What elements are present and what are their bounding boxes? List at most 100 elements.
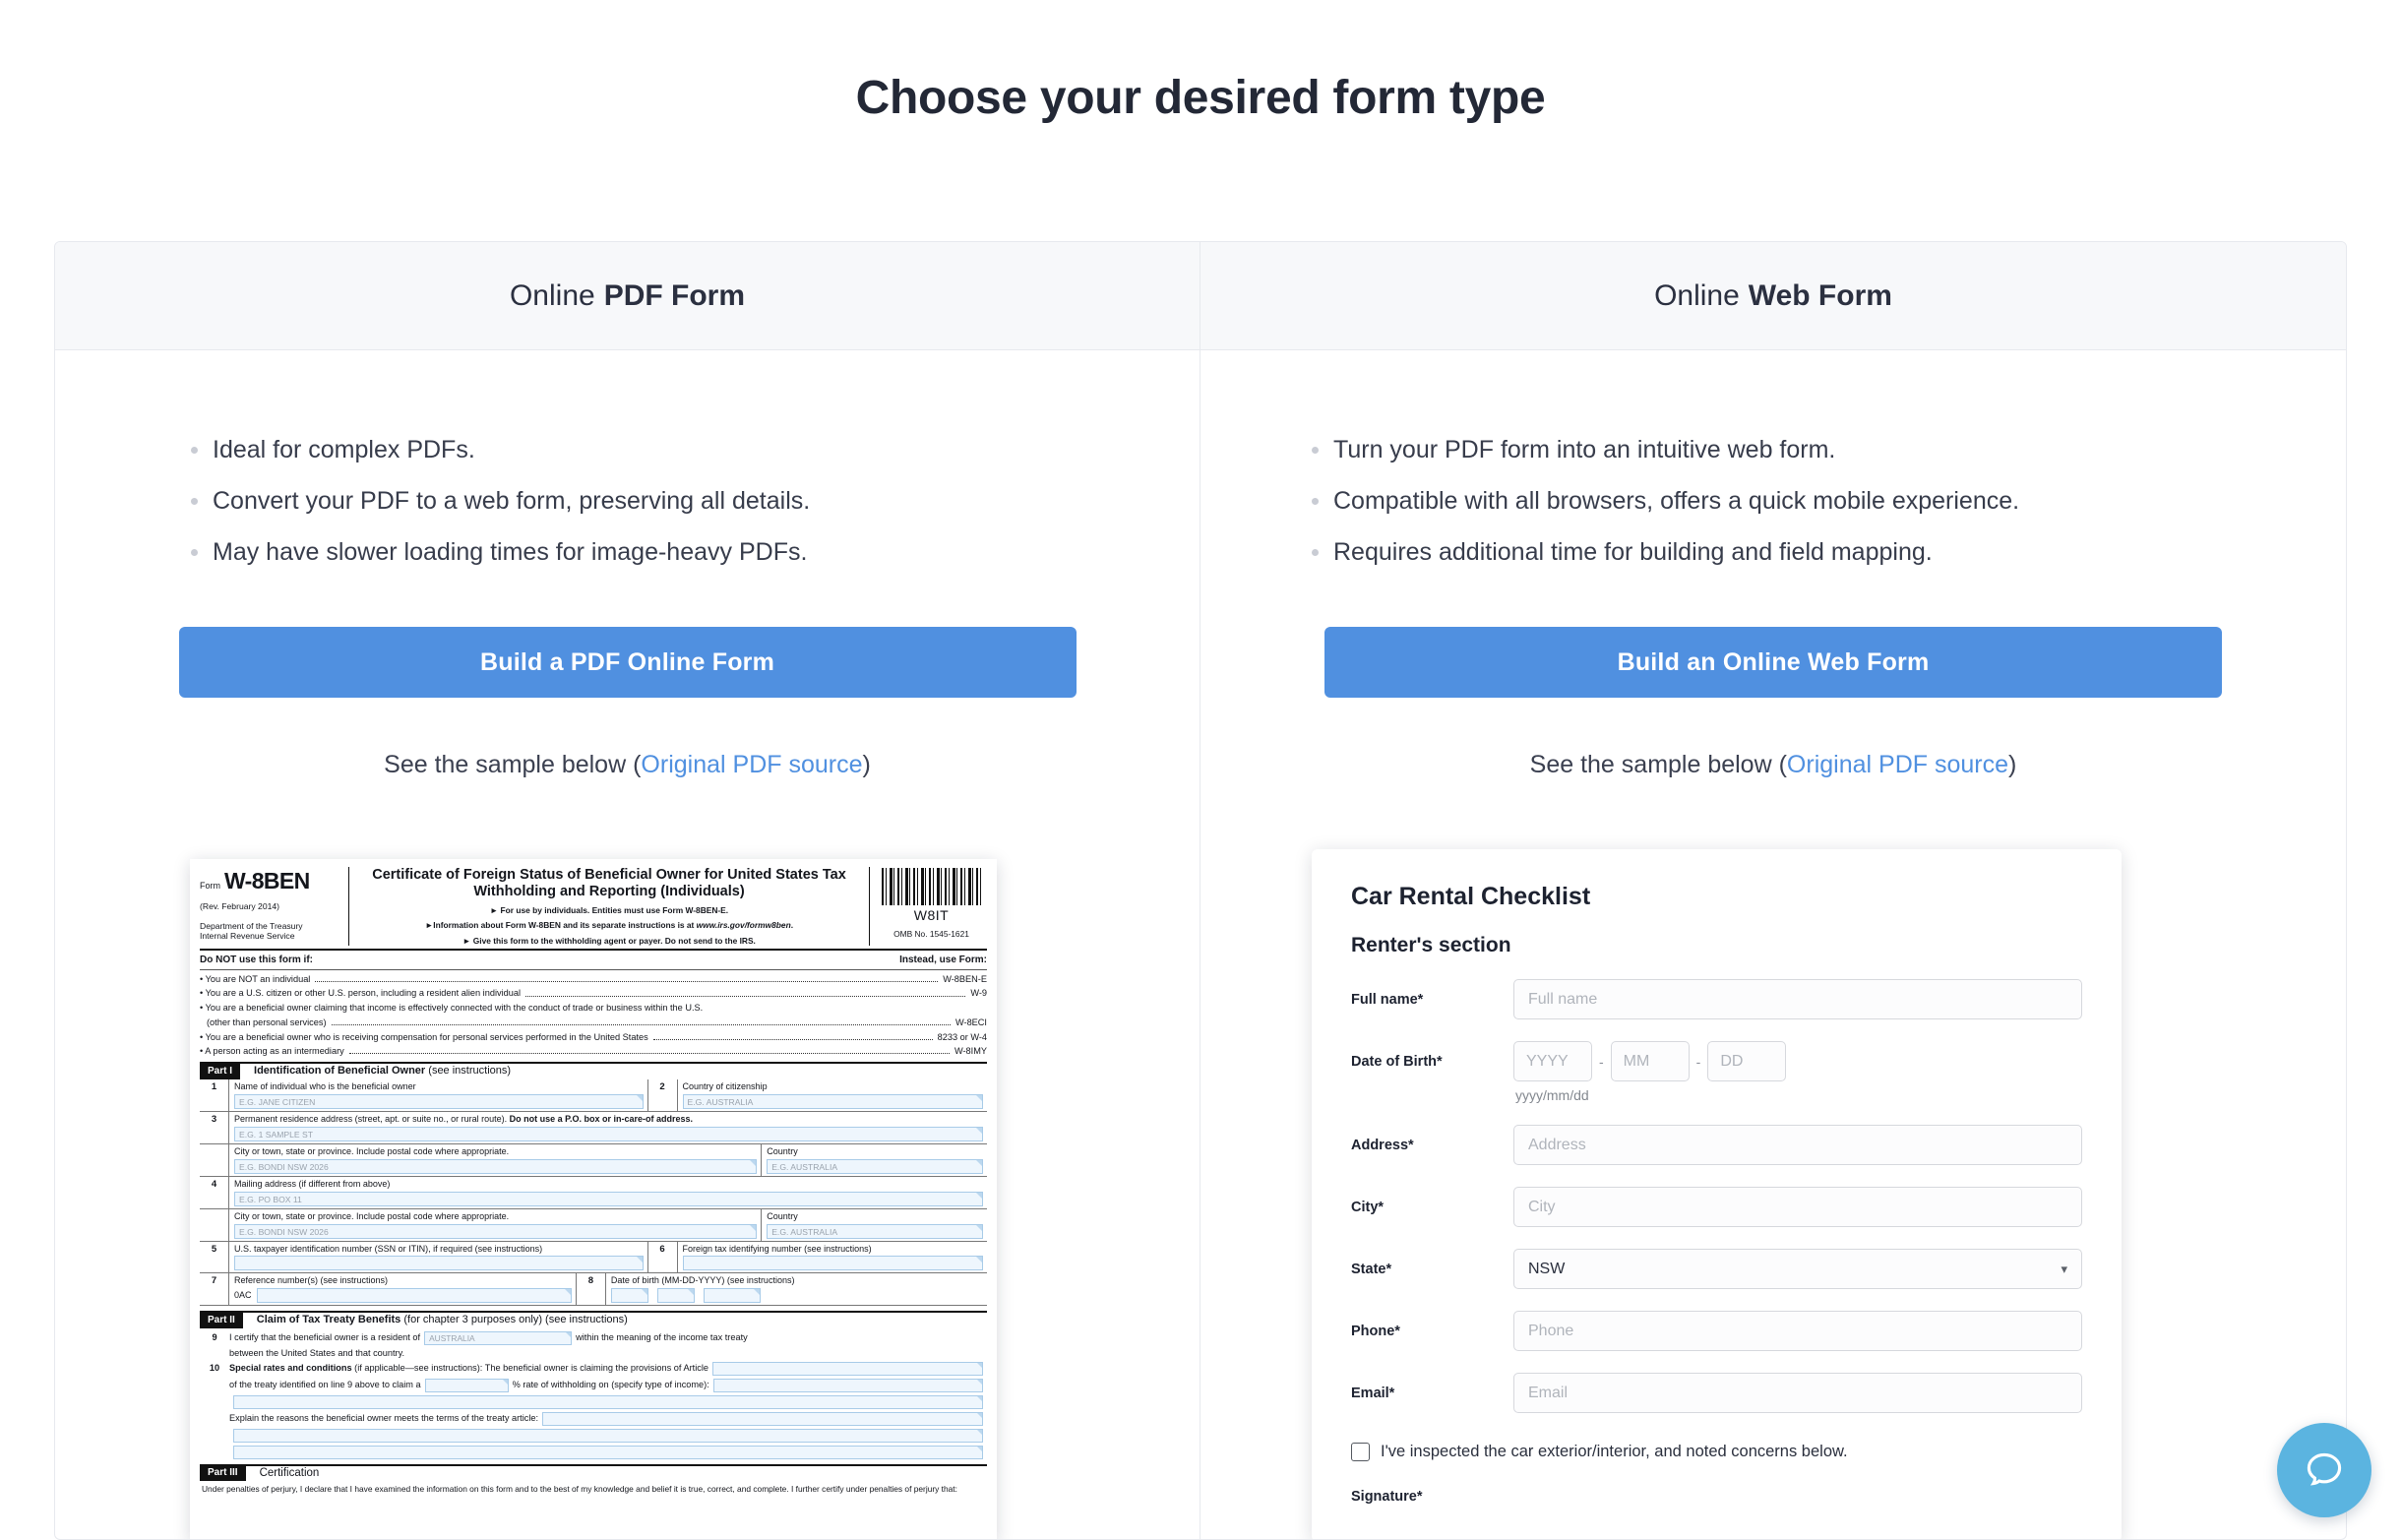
pdf-city-input[interactable]: E.G. BONDI NSW 2026 [234, 1158, 758, 1174]
pdf-country-input[interactable]: E.G. AUSTRALIA [767, 1158, 983, 1174]
pdf-line3-cell: Permanent residence address (street, apt… [229, 1112, 987, 1143]
chat-widget-button[interactable] [2277, 1423, 2371, 1517]
pdf-note-3: ► Give this form to the withholding agen… [462, 935, 756, 946]
pdf-city-label: City or town, state or province. Include… [234, 1145, 510, 1156]
pdf-line5-input[interactable] [234, 1256, 644, 1271]
web-label-address: Address* [1351, 1137, 1414, 1153]
pdf-country-label: Country [767, 1145, 798, 1156]
page-root: Choose your desired form type Online PDF… [0, 0, 2401, 1540]
pdf-line10-row-3 [200, 1392, 987, 1409]
pdf-donot-row-result: 8233 or W-4 [937, 1031, 987, 1042]
inspection-checkbox-label: I've inspected the car exterior/interior… [1381, 1443, 1848, 1460]
city-input[interactable]: City [1513, 1187, 2082, 1227]
dob-year-input[interactable]: YYYY [1513, 1041, 1592, 1081]
pdf-line2-input[interactable]: E.G. AUSTRALIA [682, 1093, 983, 1109]
pdf-line3-label: Permanent residence address (street, apt… [229, 1114, 987, 1125]
pdf-donot-row: • You are a beneficial owner who is rece… [200, 1028, 987, 1043]
pdf-part2-bar: Part II Claim of Tax Treaty Benefits (fo… [200, 1311, 987, 1328]
pdf-line9-country-input[interactable]: AUSTRALIA [424, 1330, 573, 1345]
pdf-line10-extra-input[interactable] [233, 1394, 983, 1409]
pdf-part1-bar: Part I Identification of Beneficial Owne… [200, 1062, 987, 1079]
web-field-dob: Date of Birth* YYYY - MM - DD [1351, 1041, 2082, 1081]
pdf-line9-row-cont: between the United States and that count… [200, 1345, 987, 1359]
original-pdf-source-link-left[interactable]: Original PDF source [641, 751, 862, 778]
pdf-donot-row-text: • A person acting as an intermediary [200, 1046, 344, 1057]
pdf-dob-dd-input[interactable] [656, 1288, 695, 1304]
leader-dots [525, 995, 966, 997]
pdf-part3-title: Certification [259, 1467, 320, 1480]
email-input[interactable]: Email [1513, 1373, 2082, 1413]
chevron-down-icon: ▾ [2061, 1261, 2067, 1276]
dob-month-input[interactable]: MM [1610, 1041, 1690, 1081]
pdf-dept-line1: Department of the Treasury [200, 920, 303, 931]
pdf-line2-number: 2 [648, 1078, 678, 1111]
pdf-line9-text-c: between the United States and that count… [229, 1347, 405, 1358]
original-pdf-source-link-right[interactable]: Original PDF source [1787, 751, 2008, 778]
list-item: Requires additional time for building an… [1312, 526, 2346, 578]
pdf-city-cell: City or town, state or province. Include… [229, 1143, 763, 1176]
build-online-web-form-button[interactable]: Build an Online Web Form [1324, 627, 2222, 698]
pdf-line1-cell: Name of individual who is the beneficial… [229, 1078, 648, 1111]
pdf-part2-note: (for chapter 3 purposes only) (see instr… [403, 1314, 628, 1326]
pdf-line10-rate-input[interactable] [424, 1378, 509, 1392]
pdf-sample-preview[interactable]: Form W-8BEN (Rev. February 2014) Departme… [190, 859, 997, 1539]
pdf-donot-row: • You are NOT an individual W-8BEN-E [200, 970, 987, 985]
pdf-country2-input[interactable]: E.G. AUSTRALIA [767, 1223, 983, 1239]
pdf-line7-input[interactable] [256, 1288, 572, 1304]
pdf-line10-explain-input-2[interactable] [233, 1428, 983, 1443]
dob-day-input[interactable]: DD [1707, 1041, 1787, 1081]
pdf-line10-explain-input[interactable] [542, 1411, 983, 1426]
state-select-value: NSW [1528, 1260, 1566, 1277]
pdf-donot-row: • A person acting as an intermediary W-8… [200, 1043, 987, 1058]
web-sample-prefix: See the sample below ( [1529, 751, 1787, 778]
pdf-line7-cell: Reference number(s) (see instructions) 0… [229, 1273, 577, 1306]
pdf-dob-mm-input[interactable] [610, 1288, 648, 1304]
inspection-checkbox[interactable] [1351, 1443, 1370, 1461]
pdf-line3-input[interactable]: E.G. 1 SAMPLE ST [234, 1126, 983, 1141]
pdf-donot-right: Instead, use Form: [899, 954, 987, 965]
pdf-line1-label: Name of individual who is the beneficial… [234, 1080, 416, 1091]
pdf-line4-input[interactable]: E.G. PO BOX 11 [234, 1191, 983, 1206]
web-label-dob: Date of Birth* [1351, 1053, 1443, 1070]
pdf-line4-label: Mailing address (if different from above… [234, 1178, 391, 1189]
pdf-line10-bold: Special rates and conditions [229, 1363, 352, 1374]
pdf-sample-prefix: See the sample below ( [384, 751, 642, 778]
pdf-line4-number: 4 [200, 1176, 229, 1208]
web-label-state: State* [1351, 1261, 1392, 1277]
pdf-donot-row: • You are a beneficial owner claiming th… [200, 1000, 987, 1015]
card-header-web-bold: Web Form [1748, 278, 1892, 312]
pdf-line3-number: 3 [200, 1111, 229, 1143]
pdf-city2-input[interactable]: E.G. BONDI NSW 2026 [234, 1223, 758, 1239]
pdf-part1-title-text: Identification of Beneficial Owner [254, 1065, 426, 1078]
list-item: Compatible with all browsers, offers a q… [1312, 475, 2346, 526]
pdf-line10-explain-row-3 [200, 1443, 987, 1459]
pdf-line10-income-input[interactable] [712, 1378, 983, 1392]
pdf-line7-number: 7 [200, 1273, 229, 1306]
phone-input[interactable]: Phone [1513, 1311, 2082, 1351]
web-form-sample-preview[interactable]: Car Rental Checklist Renter's section Fu… [1312, 849, 2122, 1539]
pdf-line6-input[interactable] [682, 1256, 983, 1271]
pdf-dob-yyyy-input[interactable] [703, 1288, 761, 1304]
pdf-city2-cell: City or town, state or province. Include… [229, 1208, 763, 1241]
pdf-line5-cell: U.S. taxpayer identification number (SSN… [229, 1241, 648, 1273]
web-sample-caption: See the sample below (Original PDF sourc… [1200, 751, 2346, 779]
card-online-pdf-form: Online PDF Form Ideal for complex PDFs. … [55, 242, 1200, 1539]
build-pdf-online-form-button[interactable]: Build a PDF Online Form [178, 627, 1077, 698]
pdf-donot-row-text: • You are NOT an individual [200, 973, 311, 984]
barcode-icon [882, 868, 981, 905]
pdf-line10-explain-row: Explain the reasons the beneficial owner… [200, 1409, 987, 1426]
leader-dots [331, 1024, 951, 1026]
inspection-checkbox-row[interactable]: I've inspected the car exterior/interior… [1351, 1443, 2082, 1461]
state-select[interactable]: NSW ▾ [1513, 1249, 2082, 1289]
pdf-spacer-number [200, 1143, 229, 1176]
pdf-line10-explain-input-3[interactable] [233, 1445, 983, 1459]
pdf-line1-input[interactable]: E.G. JANE CITIZEN [234, 1093, 644, 1109]
pdf-line8-label: Date of birth (MM-DD-YYYY) (see instruct… [610, 1275, 795, 1286]
pdf-part3-bar: Part III Certification [200, 1463, 987, 1482]
address-input[interactable]: Address [1513, 1125, 2082, 1165]
pdf-line6-label: Foreign tax identifying number (see inst… [682, 1243, 872, 1254]
fullname-input[interactable]: Full name [1513, 979, 2082, 1019]
web-benefits-list: Turn your PDF form into an intuitive web… [1200, 424, 2346, 578]
pdf-benefits-list: Ideal for complex PDFs. Convert your PDF… [55, 424, 1200, 578]
pdf-line10-article-input[interactable] [711, 1361, 983, 1376]
